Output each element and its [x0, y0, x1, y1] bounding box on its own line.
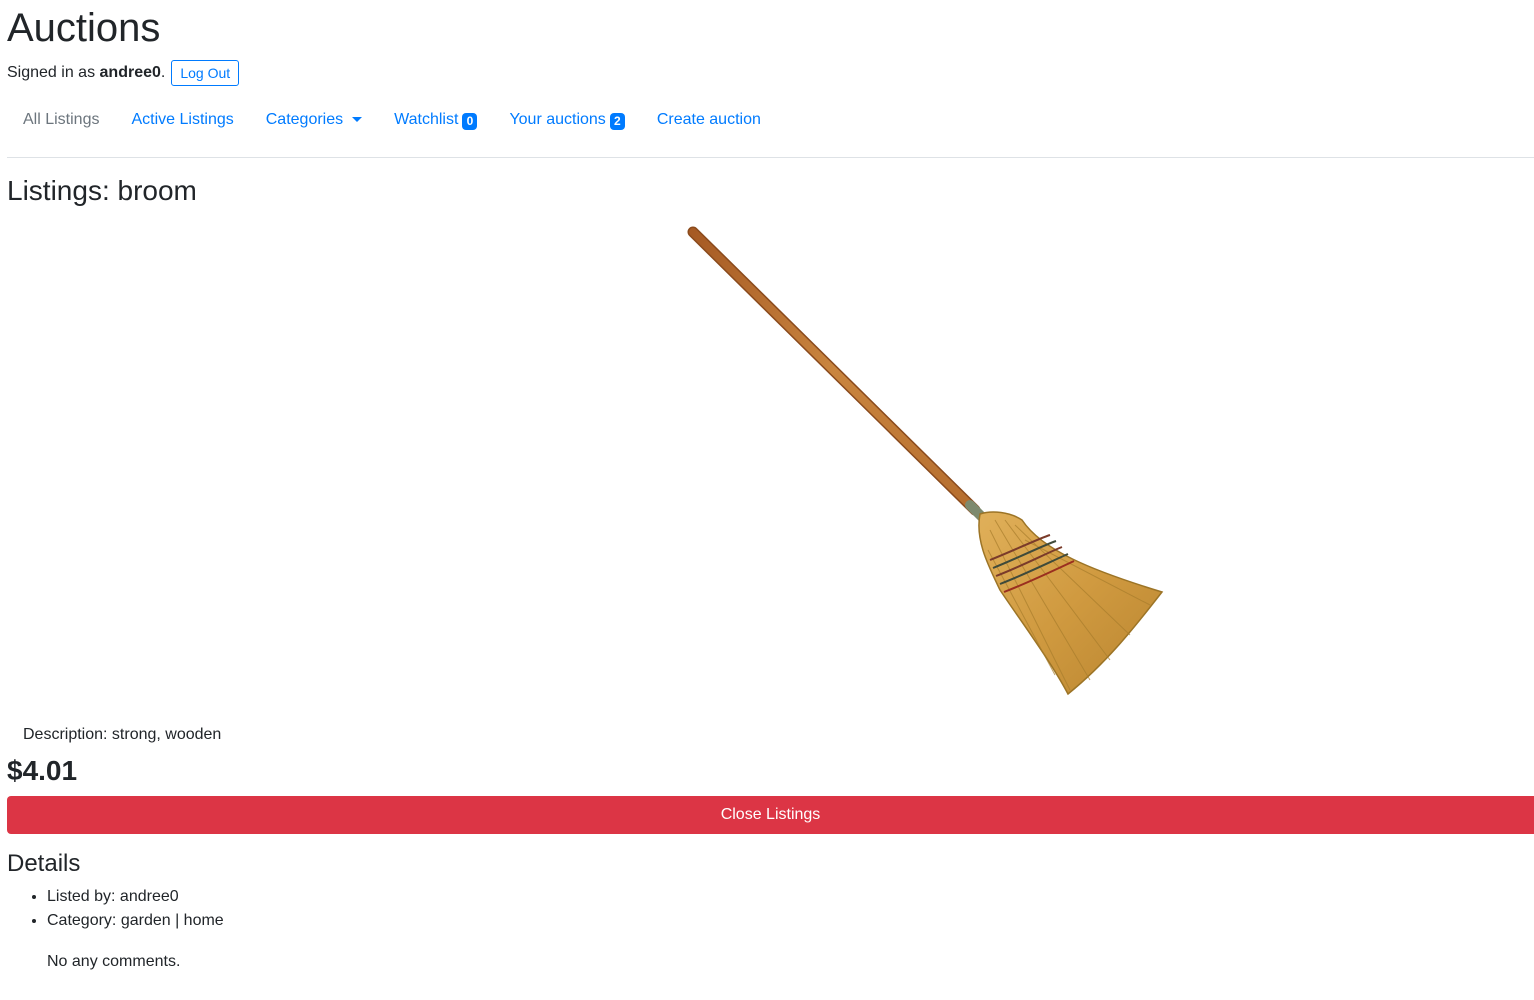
- signin-prefix: Signed in as: [7, 64, 100, 81]
- detail-listed-by: Listed by: andree0: [47, 885, 224, 909]
- nav-divider: [7, 157, 1534, 158]
- comments-status: No any comments.: [47, 953, 181, 970]
- listing-title: Listings: broom: [7, 175, 197, 206]
- site-title: Auctions: [7, 6, 161, 50]
- logout-button[interactable]: Log Out: [171, 60, 240, 86]
- close-listing-button[interactable]: Close Listings: [7, 796, 1534, 834]
- signin-status: Signed in as andree0 . Log Out: [7, 60, 240, 86]
- nav-all-listings[interactable]: All Listings: [7, 108, 115, 132]
- details-heading: Details: [7, 850, 81, 877]
- your-auctions-count-badge: 2: [609, 112, 625, 130]
- nav-categories-dropdown[interactable]: Categories: [250, 108, 378, 132]
- nav-active-listings[interactable]: Active Listings: [115, 108, 249, 132]
- detail-category: Category: garden | home: [47, 909, 224, 933]
- caret-down-icon: [352, 116, 363, 122]
- nav-watchlist-label: Watchlist: [394, 111, 459, 128]
- details-list: Listed by: andree0 Category: garden | ho…: [7, 885, 224, 933]
- signin-suffix: .: [160, 64, 166, 81]
- nav-your-auctions[interactable]: Your auctions 2: [493, 108, 640, 132]
- watchlist-count-badge: 0: [462, 112, 478, 130]
- broom-image: [687, 226, 1164, 696]
- nav-categories-label: Categories: [265, 111, 344, 128]
- page: Auctions Signed in as andree0 . Log Out …: [0, 0, 1534, 1000]
- nav-create-auction[interactable]: Create auction: [641, 108, 777, 132]
- nav-watchlist[interactable]: Watchlist 0: [378, 108, 493, 132]
- nav-your-auctions-label: Your auctions: [509, 111, 606, 128]
- signin-username: andree0: [99, 64, 161, 81]
- listing-price: $4.01: [7, 755, 78, 786]
- main-nav: All Listings Active Listings Categories …: [7, 100, 777, 140]
- listing-description: Description: strong, wooden: [23, 726, 222, 743]
